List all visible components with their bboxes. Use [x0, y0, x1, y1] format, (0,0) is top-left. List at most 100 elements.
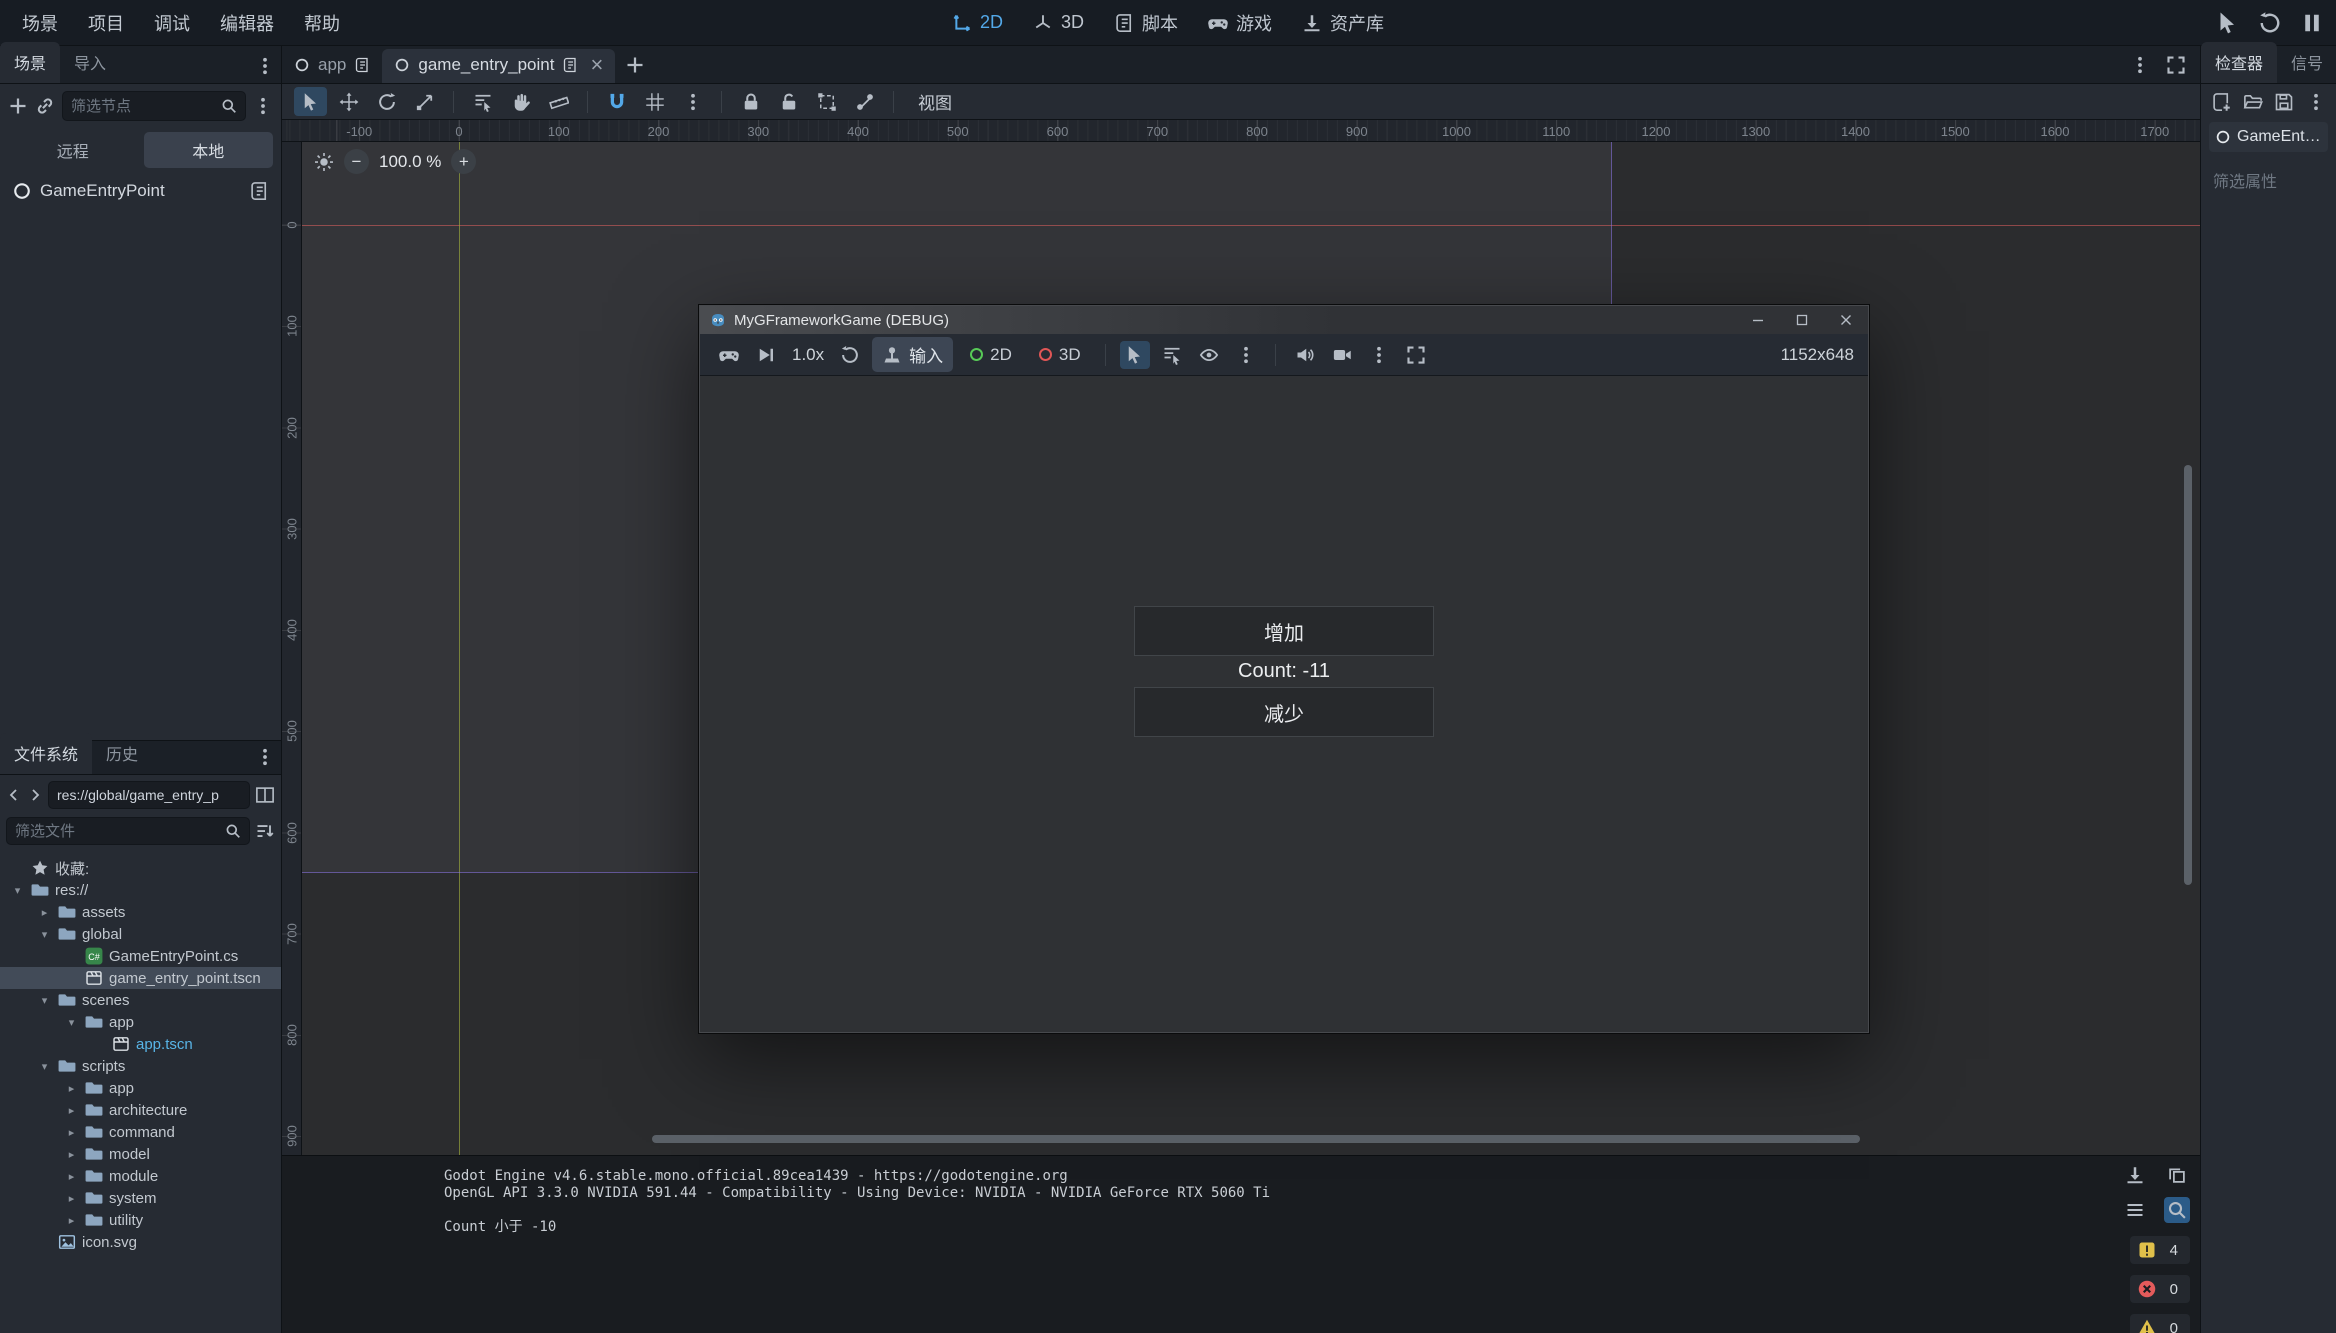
fs-item-GameEntryPoint.cs[interactable]: C#GameEntryPoint.cs — [0, 945, 281, 967]
inspector-tab-检查器[interactable]: 检查器 — [2201, 42, 2277, 83]
tree-arrow-icon[interactable]: ▸ — [64, 1104, 79, 1117]
workspace-脚本[interactable]: 脚本 — [1101, 5, 1191, 41]
save-resource-icon[interactable] — [2274, 92, 2294, 112]
local-button[interactable]: 本地 — [144, 132, 274, 168]
close-tab-icon[interactable]: × — [590, 57, 603, 73]
ruler-tool[interactable] — [542, 87, 575, 116]
smart-snap-toggle[interactable] — [600, 87, 633, 116]
viewport-hscrollbar[interactable] — [652, 1135, 1860, 1143]
joypad-button[interactable] — [714, 341, 744, 369]
file-filter-input[interactable] — [15, 823, 219, 840]
scene-dock-menu-icon[interactable] — [255, 56, 275, 76]
fs-item-model[interactable]: ▸model — [0, 1143, 281, 1165]
close-icon[interactable] — [1824, 306, 1868, 334]
fs-item-utility[interactable]: ▸utility — [0, 1209, 281, 1231]
collapse-lines-button[interactable] — [2122, 1197, 2148, 1223]
tree-arrow-icon[interactable]: ▸ — [64, 1170, 79, 1183]
game-window-titlebar[interactable]: MyGFrameworkGame (DEBUG) — [700, 306, 1868, 334]
fs-item-global[interactable]: ▾global — [0, 923, 281, 945]
split-view-icon[interactable] — [255, 785, 275, 805]
view-menu-button[interactable]: 视图 — [906, 85, 964, 118]
menu-item-项目[interactable]: 项目 — [74, 5, 138, 41]
script-icon[interactable] — [562, 57, 578, 73]
menu-item-编辑器[interactable]: 编辑器 — [206, 5, 288, 41]
new-resource-icon[interactable] — [2211, 92, 2231, 112]
script-icon[interactable] — [354, 57, 370, 73]
fs-item-res://[interactable]: ▾res:// — [0, 879, 281, 901]
decrease-button[interactable]: 减少 — [1134, 687, 1434, 737]
tree-arrow-icon[interactable]: ▾ — [37, 928, 52, 941]
forward-icon[interactable] — [27, 787, 43, 803]
current-path-input[interactable] — [57, 787, 241, 803]
copy-output-button[interactable] — [2164, 1162, 2190, 1188]
pick-node-button[interactable] — [1120, 341, 1150, 369]
clear-output-button[interactable] — [2122, 1162, 2148, 1188]
workspace-资产库[interactable]: 资产库 — [1289, 5, 1397, 41]
fs-item-app[interactable]: ▾app — [0, 1011, 281, 1033]
fs-item-scripts[interactable]: ▾scripts — [0, 1055, 281, 1077]
dock-tab-场景[interactable]: 场景 — [0, 42, 60, 83]
game-reload-icon[interactable] — [2258, 11, 2282, 35]
scene-tab-app[interactable]: app — [282, 49, 382, 83]
group-selection-button[interactable] — [810, 87, 843, 116]
pan-tool[interactable] — [504, 87, 537, 116]
lock-selection-button[interactable] — [734, 87, 767, 116]
scene-tab-game_entry_point[interactable]: game_entry_point× — [382, 49, 615, 83]
sort-files-icon[interactable] — [255, 821, 275, 841]
reset-speed-button[interactable] — [835, 341, 865, 369]
node-list-button[interactable] — [1157, 341, 1187, 369]
input-mode-button[interactable]: 输入 — [872, 337, 953, 372]
visibility-button[interactable] — [1194, 341, 1224, 369]
message-filter-badge[interactable]: 4 — [2130, 1236, 2190, 1264]
2d-mode-button[interactable]: 2D — [960, 340, 1022, 370]
fs-item-game_entry_point.tscn[interactable]: game_entry_point.tscn — [0, 967, 281, 989]
fs-item-app[interactable]: ▸app — [0, 1077, 281, 1099]
property-filter-input[interactable]: 筛选属性 — [2209, 164, 2328, 196]
instance-scene-icon[interactable] — [35, 96, 55, 116]
script-icon[interactable] — [249, 181, 269, 201]
search-output-button[interactable] — [2164, 1197, 2190, 1223]
game-pause-icon[interactable] — [2300, 11, 2324, 35]
zoom-out-button[interactable]: − — [344, 149, 369, 174]
remote-button[interactable]: 远程 — [8, 132, 138, 168]
unlock-selection-button[interactable] — [772, 87, 805, 116]
inspected-node-row[interactable]: GameEntryPoint — [2209, 122, 2328, 152]
new-scene-tab-button[interactable] — [625, 55, 645, 75]
fs-item-architecture[interactable]: ▸architecture — [0, 1099, 281, 1121]
scene-tabs-menu-icon[interactable] — [2130, 55, 2150, 75]
error-filter-badge[interactable]: 0 — [2130, 1275, 2190, 1303]
tree-arrow-icon[interactable]: ▾ — [64, 1016, 79, 1029]
tree-arrow-icon[interactable]: ▸ — [37, 906, 52, 919]
menu-item-调试[interactable]: 调试 — [140, 5, 204, 41]
viewport-vscrollbar[interactable] — [2184, 465, 2192, 885]
fs-item-assets[interactable]: ▸assets — [0, 901, 281, 923]
inspector-extra-menu-icon[interactable] — [2306, 92, 2326, 112]
next-frame-button[interactable] — [751, 341, 781, 369]
increase-button[interactable]: 增加 — [1134, 606, 1434, 656]
camera-options-menu[interactable] — [1364, 341, 1394, 369]
menu-item-场景[interactable]: 场景 — [8, 5, 72, 41]
fs-item-module[interactable]: ▸module — [0, 1165, 281, 1187]
list-select-tool[interactable] — [466, 87, 499, 116]
debug-options-menu[interactable] — [1231, 341, 1261, 369]
move-tool[interactable] — [332, 87, 365, 116]
dock-tab-导入[interactable]: 导入 — [60, 42, 120, 83]
workspace-游戏[interactable]: 游戏 — [1195, 5, 1285, 41]
workspace-3D[interactable]: 3D — [1020, 7, 1097, 38]
fs-item-system[interactable]: ▸system — [0, 1187, 281, 1209]
menu-item-帮助[interactable]: 帮助 — [290, 5, 354, 41]
warning-filter-badge[interactable]: 0 — [2130, 1314, 2190, 1333]
game-speed[interactable]: 1.0x — [788, 345, 828, 365]
fs-item-scenes[interactable]: ▾scenes — [0, 989, 281, 1011]
fs-item-icon.svg[interactable]: icon.svg — [0, 1231, 281, 1253]
minimize-icon[interactable] — [1736, 306, 1780, 334]
back-icon[interactable] — [6, 787, 22, 803]
tree-arrow-icon[interactable]: ▸ — [64, 1214, 79, 1227]
scene-tree-menu-icon[interactable] — [253, 96, 273, 116]
game-select-icon[interactable] — [2216, 11, 2240, 35]
zoom-in-button[interactable]: + — [451, 149, 476, 174]
embed-fullscreen-button[interactable] — [1401, 341, 1431, 369]
snap-options-menu[interactable] — [676, 87, 709, 116]
expand-viewport-icon[interactable] — [2166, 55, 2186, 75]
tree-arrow-icon[interactable]: ▸ — [64, 1126, 79, 1139]
